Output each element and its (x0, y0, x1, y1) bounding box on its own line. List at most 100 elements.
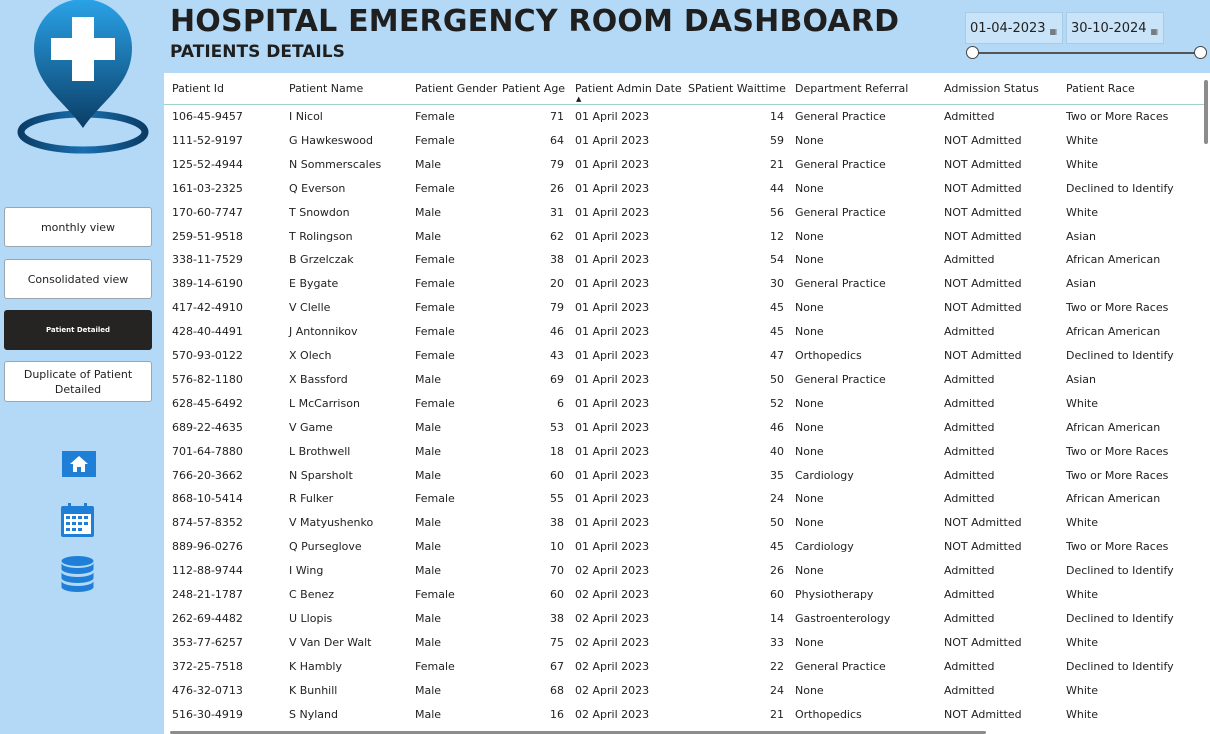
cell-patient-admin-date: 02 April 2023 (575, 707, 650, 721)
cell-patient-age: 6 (557, 396, 564, 410)
cell-patient-name: B Grzelczak (289, 253, 354, 267)
cell-patient-age: 69 (550, 372, 564, 386)
cell-admission-status: NOT Admitted (944, 277, 1022, 291)
cell-patient-gender: Female (415, 492, 455, 506)
column-header-admission-status[interactable]: Admission Status (944, 82, 1039, 95)
cell-patient-name: C Benez (289, 588, 335, 601)
cell-patient-gender: Female (415, 133, 455, 147)
column-header-patient-age[interactable]: Patient Age (502, 82, 565, 95)
cell-patient-admin-date: 01 April 2023 (575, 372, 650, 386)
column-header-patient-gender[interactable]: Patient Gender (415, 82, 497, 95)
table-row[interactable]: 701-64-7880 L Brothwell Male 18 01 April 202… (164, 445, 1204, 469)
table-row[interactable]: 259-51-9518 T Rolingson Male 62 01 April 202… (164, 230, 1204, 254)
table-row[interactable]: 689-22-4635 V Game Male 53 01 April 2023 46 No… (164, 421, 1204, 445)
start-date-input[interactable]: 01-04-2023 ▦ (965, 12, 1063, 44)
cell-patient-race: White (1066, 516, 1098, 530)
cell-patient-admin-date: 01 April 2023 (575, 133, 650, 147)
consolidated-view-button[interactable]: Consolidated view (4, 259, 152, 299)
table-row[interactable]: 628-45-6492 L McCarrison Female 6 01 April 2… (164, 397, 1204, 421)
home-icon[interactable] (62, 451, 96, 477)
cell-patient-waittime: 14 (770, 611, 784, 625)
date-range-slider-track[interactable] (973, 52, 1201, 54)
table-row[interactable]: 868-10-5414 R Fulker Female 55 01 April 2023… (164, 492, 1204, 516)
table-row[interactable]: 372-25-7518 K Hambly Female 67 02 April 2023… (164, 660, 1204, 684)
cell-patient-waittime: 14 (770, 110, 784, 123)
cell-patient-race: White (1066, 157, 1098, 171)
cell-patient-race: White (1066, 133, 1098, 147)
cell-patient-race: Declined to Identify (1066, 564, 1174, 578)
cell-patient-gender: Female (415, 301, 455, 315)
cell-patient-id: 262-69-4482 (172, 611, 243, 625)
dashboard-title: HOSPITAL EMERGENCY ROOM DASHBOARD (170, 4, 900, 39)
cell-patient-waittime: 35 (770, 468, 784, 482)
table-row[interactable]: 248-21-1787 C Benez Female 60 02 April 2023 6… (164, 588, 1204, 612)
cell-patient-race: Declined to Identify (1066, 181, 1174, 195)
table-row[interactable]: 576-82-1180 X Bassford Male 69 01 April 2023… (164, 373, 1204, 397)
cell-patient-id: 766-20-3662 (172, 468, 243, 482)
cell-patient-age: 68 (550, 683, 564, 697)
cell-patient-gender: Male (415, 540, 442, 554)
cell-patient-id: 353-77-6257 (172, 635, 243, 649)
date-range-start-handle[interactable] (966, 46, 979, 59)
cell-admission-status: Admitted (944, 420, 995, 434)
cell-admission-status: Admitted (944, 253, 995, 267)
cell-patient-name: T Snowdon (289, 205, 350, 219)
cell-patient-admin-date: 02 April 2023 (575, 588, 650, 601)
table-row[interactable]: 111-52-9197 G Hawkeswood Female 64 01 April … (164, 134, 1204, 158)
cell-patient-waittime: 60 (770, 588, 784, 601)
table-row[interactable]: 476-32-0713 K Bunhill Male 68 02 April 2023 2… (164, 684, 1204, 708)
patient-detailed-button[interactable]: Patient Detailed (4, 310, 152, 350)
table-row[interactable]: 170-60-7747 T Snowdon Male 31 01 April 2023 5… (164, 206, 1204, 230)
column-header-patient-id[interactable]: Patient Id (172, 82, 224, 95)
column-header-department-referral[interactable]: Department Referral (795, 82, 908, 95)
cell-patient-gender: Female (415, 253, 455, 267)
cell-department-referral: None (795, 301, 824, 315)
table-row[interactable]: 428-40-4491 J Antonnikov Female 46 01 April … (164, 325, 1204, 349)
column-header-patient-race[interactable]: Patient Race (1066, 82, 1135, 95)
table-row[interactable]: 106-45-9457 I Nicol Female 71 01 April 2023 1… (164, 110, 1204, 134)
calendar-icon[interactable] (61, 503, 94, 537)
cell-admission-status: Admitted (944, 588, 995, 601)
cell-patient-waittime: 26 (770, 564, 784, 578)
cell-patient-id: 874-57-8352 (172, 516, 243, 530)
table-row[interactable]: 417-42-4910 V Clelle Female 79 01 April 2023… (164, 301, 1204, 325)
database-icon[interactable] (61, 556, 94, 592)
cell-patient-waittime: 46 (770, 420, 784, 434)
cell-patient-race: Declined to Identify (1066, 659, 1174, 673)
table-row[interactable]: 874-57-8352 V Matyushenko Male 38 01 April 2… (164, 516, 1204, 540)
monthly-view-button[interactable]: monthly view (4, 207, 152, 247)
date-range-end-handle[interactable] (1194, 46, 1207, 59)
cell-patient-waittime: 22 (770, 659, 784, 673)
table-row[interactable]: 161-03-2325 Q Everson Female 26 01 April 202… (164, 182, 1204, 206)
table-row[interactable]: 516-30-4919 S Nyland Male 16 02 April 2023 21… (164, 708, 1204, 732)
table-row[interactable]: 389-14-6190 E Bygate Female 20 01 April 2023… (164, 277, 1204, 301)
table-row[interactable]: 125-52-4944 N Sommerscales Male 79 01 April … (164, 158, 1204, 182)
duplicate-patient-detailed-button[interactable]: Duplicate of Patient Detailed (4, 361, 152, 402)
vertical-scrollbar[interactable] (1204, 80, 1208, 144)
cell-patient-gender: Male (415, 157, 442, 171)
cell-patient-race: White (1066, 707, 1098, 721)
cell-patient-waittime: 45 (770, 301, 784, 315)
table-row[interactable]: 338-11-7529 B Grzelczak Female 38 01 April 2… (164, 253, 1204, 277)
cell-patient-name: X Bassford (289, 372, 348, 386)
table-row[interactable]: 766-20-3662 N Sparsholt Male 60 01 April 202… (164, 469, 1204, 493)
table-row[interactable]: 112-88-9744 I Wing Male 70 02 April 2023 26 No… (164, 564, 1204, 588)
table-row[interactable]: 262-69-4482 U Llopis Male 38 02 April 2023 14… (164, 612, 1204, 636)
table-row[interactable]: 570-93-0122 X Olech Female 43 01 April 2023 4… (164, 349, 1204, 373)
table-row[interactable]: 353-77-6257 V Van Der Walt Male 75 02 April … (164, 636, 1204, 660)
cell-department-referral: General Practice (795, 157, 886, 171)
cell-patient-admin-date: 01 April 2023 (575, 157, 650, 171)
end-date-input[interactable]: 30-10-2024 ▦ (1066, 12, 1164, 44)
column-header-patient-admin-date[interactable]: Patient Admin Date (575, 82, 682, 95)
cell-department-referral: Orthopedics (795, 707, 862, 721)
cell-patient-name: V Clelle (289, 301, 331, 315)
cell-patient-admin-date: 01 April 2023 (575, 540, 650, 554)
table-row[interactable]: 889-96-0276 Q Purseglove Male 10 01 April 20… (164, 540, 1204, 564)
column-header-patient-waittime[interactable]: SPatient Waittime (688, 82, 786, 95)
cell-patient-gender: Female (415, 277, 455, 291)
sidebar: monthly view Consolidated view Patient D… (0, 0, 163, 734)
cell-patient-admin-date: 01 April 2023 (575, 444, 650, 458)
column-header-patient-name[interactable]: Patient Name (289, 82, 363, 95)
cell-patient-name: I Wing (289, 564, 324, 578)
cell-admission-status: Admitted (944, 444, 995, 458)
